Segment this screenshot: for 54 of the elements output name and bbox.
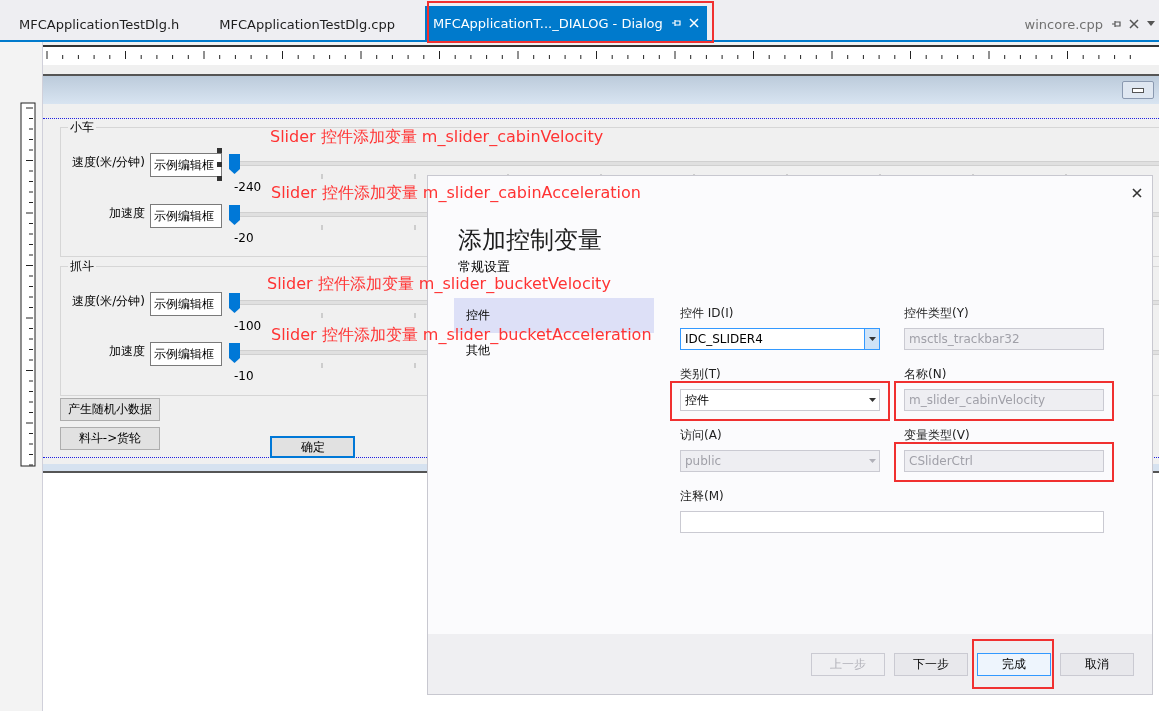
- slider-value: -240: [234, 180, 262, 194]
- selection-handles[interactable]: [217, 148, 222, 181]
- field-label: 类别(T): [680, 366, 722, 383]
- minimize-button[interactable]: [1122, 81, 1154, 99]
- input-field[interactable]: [680, 511, 1104, 533]
- slider-thumb[interactable]: [229, 343, 240, 363]
- field-label: 名称(N): [904, 366, 948, 383]
- document-tab[interactable]: MFCApplicationTestDlg.cpp: [209, 8, 405, 40]
- dialog-button[interactable]: 料斗->货轮: [60, 427, 160, 450]
- dialog-button[interactable]: 产生随机小数据: [60, 398, 160, 421]
- minimize-icon: [1132, 87, 1144, 93]
- close-icon[interactable]: [1129, 19, 1139, 29]
- field-label: 加速度: [109, 343, 145, 360]
- tab-label: MFCApplicationTestDlg.cpp: [219, 16, 395, 32]
- tab-label: MFCApplicationT..._DIALOG - Dialog: [432, 15, 663, 31]
- dropdown-icon[interactable]: [1147, 21, 1155, 27]
- annotation-text: Slider 控件添加变量 m_slider_cabinAcceleration: [271, 183, 641, 204]
- tab-label: MFCApplicationTestDlg.h: [19, 16, 180, 32]
- group-title: 小车: [68, 119, 96, 136]
- caret-icon: [868, 337, 876, 341]
- ok-button[interactable]: 确定: [270, 436, 355, 458]
- group-title: 抓斗: [68, 258, 96, 275]
- field-label: 变量类型(V): [904, 427, 971, 444]
- slider-value: -10: [234, 369, 254, 383]
- document-tab[interactable]: MFCApplicationTestDlg.h: [9, 8, 190, 40]
- slider-value: -20: [234, 231, 254, 245]
- field-label: 速度(米/分钟): [71, 293, 145, 310]
- caret-icon: [868, 398, 876, 402]
- dialog-title: 添加控制变量: [458, 225, 603, 256]
- slider-thumb[interactable]: [229, 205, 240, 225]
- slider-value: -100: [234, 319, 262, 333]
- tab-label: wincore.cpp: [1024, 16, 1103, 32]
- edit-box[interactable]: 示例编辑框: [150, 342, 222, 366]
- field-label: 注释(M): [680, 488, 725, 505]
- edit-box[interactable]: 示例编辑框: [150, 153, 222, 177]
- field-label: 控件 ID(I): [680, 305, 735, 322]
- wizard-button[interactable]: 完成: [977, 652, 1051, 676]
- edit-box[interactable]: 示例编辑框: [150, 292, 222, 316]
- combo-box[interactable]: 控件: [680, 389, 880, 411]
- annotation-text: Slider 控件添加变量 m_slider_cabinVelocity: [270, 127, 604, 148]
- field-label: 控件类型(Y): [904, 305, 970, 322]
- field-label: 加速度: [109, 205, 145, 222]
- dialog-subtitle: 常规设置: [458, 258, 511, 276]
- wizard-button[interactable]: 下一步: [894, 652, 968, 676]
- document-tab[interactable]: wincore.cpp: [1014, 8, 1159, 40]
- combo-box[interactable]: IDC_SLIDER4: [680, 328, 880, 350]
- field-label: 访问(A): [680, 427, 723, 444]
- edit-box[interactable]: 示例编辑框: [150, 204, 222, 228]
- pin-icon[interactable]: [1111, 19, 1121, 29]
- slider-thumb[interactable]: [229, 154, 240, 174]
- slider-thumb[interactable]: [229, 293, 240, 313]
- annotation-text: Slider 控件添加变量 m_slider_bucketVelocity: [267, 274, 611, 295]
- wizard-button[interactable]: 取消: [1060, 652, 1134, 676]
- field-label: 速度(米/分钟): [71, 154, 145, 171]
